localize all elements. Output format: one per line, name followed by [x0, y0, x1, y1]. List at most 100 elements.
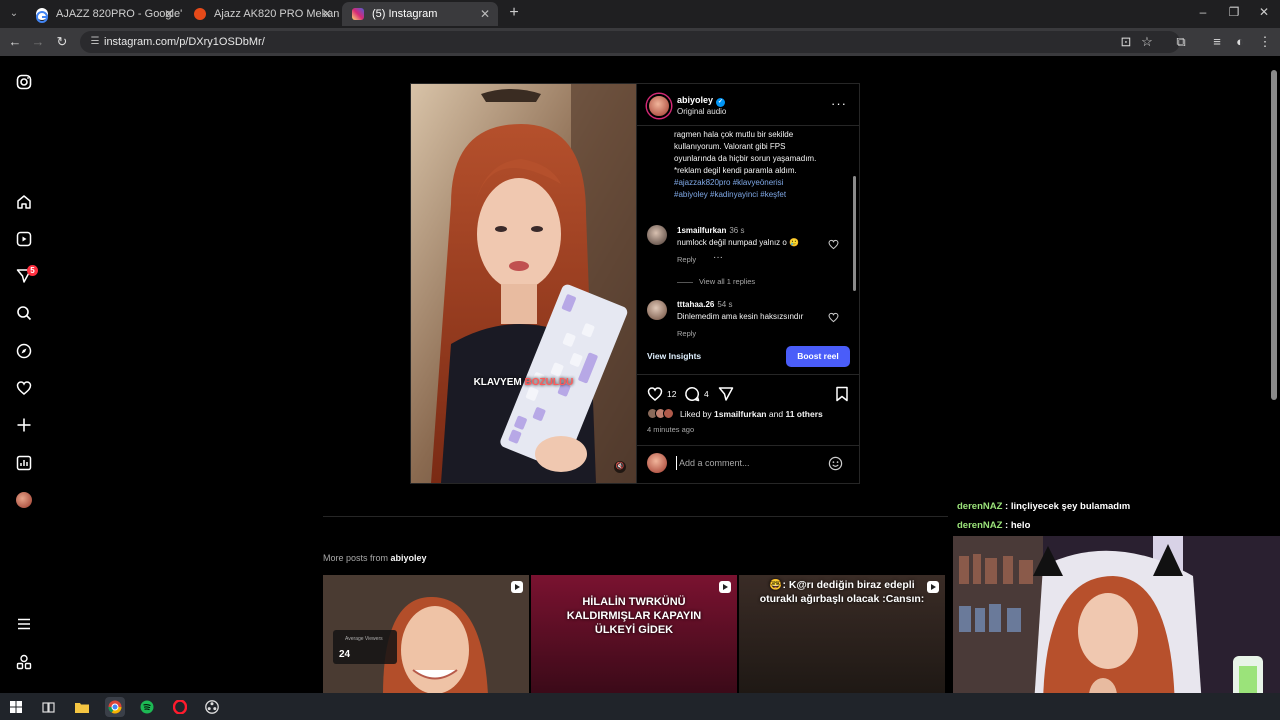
comment-more-icon[interactable]: ···: [713, 252, 723, 263]
author-username-text[interactable]: abiyoley: [677, 95, 713, 105]
window-close-icon[interactable]: ✕: [1256, 5, 1272, 19]
comment-like-heart-icon[interactable]: [828, 239, 839, 250]
original-audio-link[interactable]: Original audio: [677, 107, 726, 116]
chrome-icon[interactable]: [105, 697, 125, 717]
share-icon[interactable]: [718, 386, 734, 402]
instagram-logo-icon[interactable]: [14, 72, 34, 92]
page-scrollbar[interactable]: [1271, 70, 1277, 400]
comments-section[interactable]: ragmen hala çok mutlu bir sekilde kullan…: [637, 125, 860, 338]
home-icon[interactable]: [14, 192, 34, 212]
chat-username: derenNAZ: [957, 501, 1003, 512]
overlay-text-white: KLAVYEM: [473, 377, 522, 388]
commenter-avatar[interactable]: [647, 300, 667, 320]
more-posts-heading: More posts from abiyoley: [323, 553, 427, 563]
more-menu-icon[interactable]: [14, 614, 34, 634]
view-replies-button[interactable]: View all 1 replies: [677, 277, 755, 286]
comment-username-text[interactable]: 1smailfurkan: [677, 226, 726, 235]
search-icon[interactable]: [14, 303, 34, 323]
close-tab-icon[interactable]: ✕: [164, 2, 174, 26]
reply-button[interactable]: Reply: [677, 255, 696, 264]
reply-button[interactable]: Reply: [677, 329, 696, 338]
browser-tab-ajazz[interactable]: Ajazz AK820 PRO Mekanik Oyu ✕: [184, 2, 340, 26]
comment-username[interactable]: tttahaa.26 54 s: [677, 300, 732, 309]
browser-menu-icon[interactable]: ⋮: [1256, 33, 1274, 51]
minimize-icon[interactable]: –: [1195, 5, 1211, 19]
screen: ⌄ AJAZZ 820PRO - Google'da Ara ✕ Ajazz A…: [0, 0, 1280, 720]
back-icon[interactable]: ←: [6, 33, 24, 51]
chat-username: derenNAZ: [957, 520, 1003, 531]
post-dialog: KLAVYEM BOZULDU 🔇 abiyoley ✓ Original aud…: [410, 83, 860, 484]
file-explorer-icon[interactable]: [72, 697, 92, 717]
commenter-avatar[interactable]: [647, 225, 667, 245]
address-bar[interactable]: ☰ instagram.com/p/DXry1OSDbMr/: [80, 31, 1180, 53]
comment-like-heart-icon[interactable]: [828, 312, 839, 323]
dashboard-icon[interactable]: [14, 453, 34, 473]
reel-icon: [511, 581, 523, 593]
emoji-icon[interactable]: [828, 456, 843, 471]
install-app-icon[interactable]: ⊡: [1117, 33, 1135, 51]
close-tab-icon[interactable]: ✕: [480, 2, 490, 26]
extensions-icon[interactable]: ⧉: [1172, 33, 1190, 51]
comment-bubble-icon[interactable]: [684, 386, 700, 402]
verified-badge-icon: ✓: [716, 98, 726, 107]
task-view-icon[interactable]: [38, 697, 58, 717]
add-comment-divider: [637, 445, 860, 446]
add-comment-input[interactable]: [676, 456, 821, 470]
hashtag-line[interactable]: #ajazzak820pro #klavyeönerisi: [674, 178, 783, 187]
boost-reel-button[interactable]: Boost reel: [786, 346, 850, 367]
browser-tab-bar: ⌄ AJAZZ 820PRO - Google'da Ara ✕ Ajazz A…: [0, 0, 1280, 28]
opera-icon[interactable]: [170, 697, 190, 717]
notification-badge: 5: [27, 265, 38, 276]
stream-chat-line: derenNAZ : helo: [957, 520, 1030, 531]
url-text[interactable]: instagram.com/p/DXry1OSDbMr/: [104, 31, 265, 53]
actions-divider: [637, 374, 860, 375]
like-heart-icon[interactable]: [647, 386, 663, 402]
save-bookmark-icon[interactable]: [834, 386, 850, 402]
like-count: 12: [667, 389, 677, 399]
liker-avatar: [663, 408, 674, 419]
comments-scrollbar-thumb[interactable]: [853, 176, 856, 291]
more-posts-username[interactable]: abiyoley: [391, 553, 427, 563]
windows-start-icon[interactable]: [6, 697, 26, 717]
comment-text: numlock değil numpad yalnız o 🥲: [677, 238, 800, 247]
mute-icon[interactable]: 🔇: [614, 461, 626, 473]
obs-icon[interactable]: [202, 697, 222, 717]
tab-search-button[interactable]: ⌄: [5, 5, 23, 23]
more-post-thumbnail[interactable]: 🤓: K@rı dediğin biraz edepli oturaklı ağ…: [739, 575, 945, 695]
liked-by-and: and: [768, 409, 784, 419]
hashtag-line[interactable]: #abiyoley #kadinyayinci #keşfet: [674, 190, 786, 199]
liked-by-others[interactable]: 11 others: [785, 409, 822, 419]
spotify-icon[interactable]: [137, 697, 157, 717]
profile-icon[interactable]: ◐: [1231, 33, 1249, 51]
comment-time: 36 s: [729, 226, 745, 235]
new-tab-button[interactable]: +: [505, 4, 523, 22]
reel-video[interactable]: KLAVYEM BOZULDU 🔇: [411, 84, 636, 483]
liked-by-user[interactable]: 1smailfurkan: [714, 409, 766, 419]
view-insights-link[interactable]: View Insights: [647, 351, 701, 361]
create-plus-icon[interactable]: [14, 415, 34, 435]
caption-line: oyunlarında da hiçbir sorun yaşamadım.: [674, 154, 817, 163]
heart-icon[interactable]: [14, 378, 34, 398]
caption-line: kullanıyorum. Valorant gibi FPS: [674, 142, 786, 151]
reel-icon: [719, 581, 731, 593]
browser-tab-instagram[interactable]: (5) Instagram ✕: [342, 2, 498, 26]
more-post-thumbnail[interactable]: HİLALİN TWRKÜNÜ KALDIRMIŞLAR KAPAYIN ÜLK…: [531, 575, 737, 695]
forward-icon[interactable]: →: [29, 33, 47, 51]
media-controls-icon[interactable]: ≡: [1208, 33, 1226, 51]
author-username[interactable]: abiyoley ✓: [677, 95, 726, 107]
more-options-icon[interactable]: ···: [831, 96, 847, 111]
reels-icon[interactable]: [14, 229, 34, 249]
also-from-meta-icon[interactable]: [14, 652, 34, 672]
profile-avatar[interactable]: [16, 492, 32, 508]
author-avatar[interactable]: [647, 94, 671, 118]
browser-tab-google[interactable]: AJAZZ 820PRO - Google'da Ara ✕: [26, 2, 182, 26]
site-info-icon[interactable]: ☰: [88, 35, 102, 49]
site-favicon-icon: [194, 8, 206, 20]
explore-icon[interactable]: [14, 341, 34, 361]
close-tab-icon[interactable]: ✕: [322, 2, 332, 26]
reload-icon[interactable]: ↻: [53, 33, 71, 51]
comment-username[interactable]: 1smailfurkan 36 s: [677, 226, 744, 235]
restore-icon[interactable]: ❐: [1226, 5, 1242, 19]
comment-username-text[interactable]: tttahaa.26: [677, 300, 714, 309]
bookmark-star-icon[interactable]: ☆: [1138, 33, 1156, 51]
